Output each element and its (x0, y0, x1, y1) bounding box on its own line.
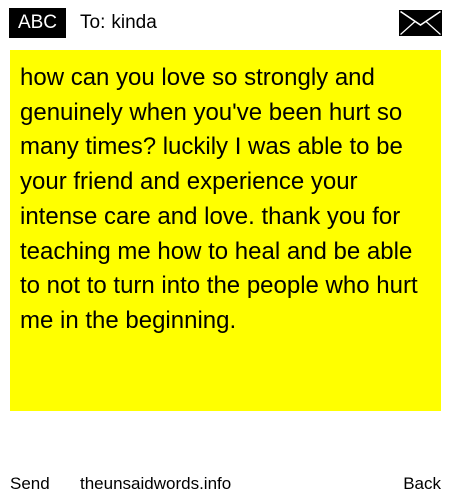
message-body[interactable]: how can you love so strongly and genuine… (10, 50, 441, 411)
recipient-name: kinda (111, 12, 157, 33)
recipient-field: To: kinda (80, 8, 157, 38)
to-label: To: (80, 12, 106, 33)
input-mode-badge[interactable]: ABC (9, 8, 66, 38)
message-screen: ABC To: kinda how can you love so strongl… (0, 0, 450, 500)
envelope-icon[interactable] (399, 10, 442, 36)
softkey-bar: Send theunsaidwords.info Back (0, 470, 450, 498)
message-text: how can you love so strongly and genuine… (20, 64, 418, 334)
back-button[interactable]: Back (403, 470, 441, 498)
site-link[interactable]: theunsaidwords.info (80, 470, 231, 498)
header-bar: ABC To: kinda (0, 0, 450, 44)
send-button[interactable]: Send (10, 470, 50, 498)
